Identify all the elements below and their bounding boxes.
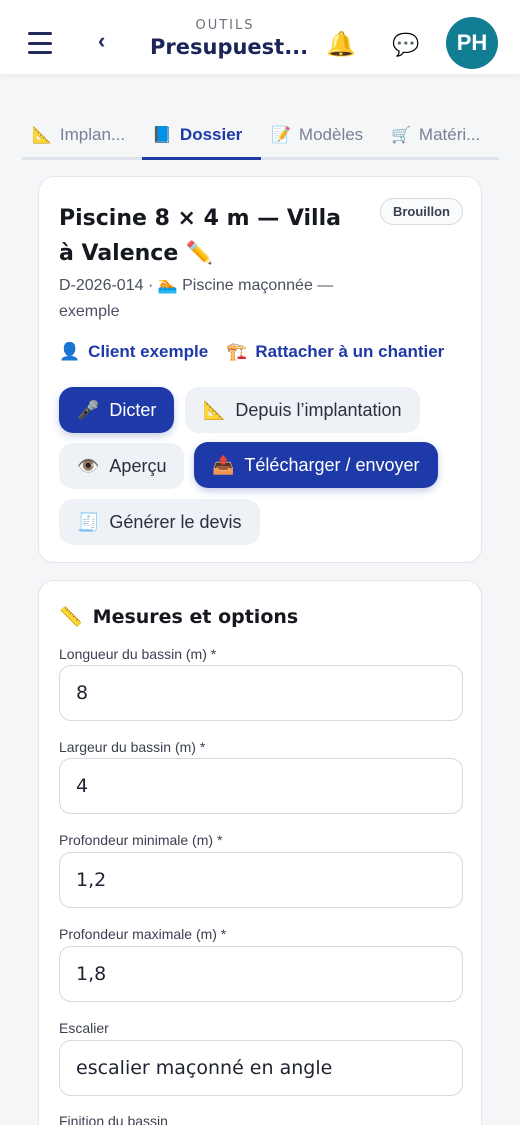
mesures-card: 📏 Mesures et options Longueur du bassin … xyxy=(38,580,482,1125)
largeur-label: Largeur du bassin (m) * xyxy=(59,739,206,755)
dossier-meta: D-2026-014 · 🏊 Piscine maçonnée — exempl… xyxy=(59,277,334,320)
dicter-label: Dicter xyxy=(109,399,157,420)
implantation-button[interactable]: 📐 Depuis l’implantation xyxy=(185,387,420,433)
escalier-label: Escalier xyxy=(59,1020,109,1036)
bell-icon[interactable]: 🔔 xyxy=(326,30,356,59)
construction-icon: 🏗️ xyxy=(226,342,248,361)
tab-modeles[interactable]: 📝 Modèles xyxy=(261,112,381,157)
app-header: ‹ OUTILS Presupuest... 🔔 💬 PH xyxy=(0,0,520,74)
escalier-input[interactable] xyxy=(59,1040,463,1096)
profondeur-min-label: Profondeur minimale (m) * xyxy=(59,832,223,848)
pool-icon: 🏊 xyxy=(157,277,178,294)
tab-implantation[interactable]: 📐 Implan... xyxy=(22,112,142,157)
generer-devis-label: Générer le devis xyxy=(109,511,242,532)
longueur-input[interactable] xyxy=(59,665,463,721)
page-title-block: OUTILS Presupuest... xyxy=(150,18,309,59)
dicter-button[interactable]: 🎤 Dicter xyxy=(59,387,175,433)
avatar[interactable]: PH xyxy=(446,17,498,69)
telecharger-button[interactable]: 📤 Télécharger / envoyer xyxy=(194,442,438,488)
profondeur-max-input[interactable] xyxy=(59,946,463,1002)
dossier-reference: D-2026-014 xyxy=(59,277,144,294)
tab-label: Modèles xyxy=(298,124,364,144)
memo-icon: 📝 xyxy=(271,126,291,144)
dossier-card: Piscine 8 × 4 m — Villa à Valence ✏️ Bro… xyxy=(38,176,482,563)
tab-bar: 📐 Implan... 📘 Dossier 📝 Modèles 🛒 Matéri… xyxy=(22,112,499,160)
outbox-icon: 📤 xyxy=(212,454,235,475)
tab-label: Implan... xyxy=(59,124,126,144)
triangle-ruler-icon: 📐 xyxy=(32,126,52,144)
status-badge: Brouillon xyxy=(379,198,463,225)
apercu-button[interactable]: 👁️ Aperçu xyxy=(59,443,185,489)
section-title-label: Mesures et options xyxy=(92,605,299,628)
ruler-icon: 📏 xyxy=(59,606,83,628)
tab-dossier[interactable]: 📘 Dossier xyxy=(142,112,261,160)
tab-label: Dossier xyxy=(179,124,243,144)
apercu-label: Aperçu xyxy=(109,455,167,476)
section-title: 📏 Mesures et options xyxy=(59,605,299,629)
person-icon: 👤 xyxy=(59,342,81,361)
cart-icon: 🛒 xyxy=(391,126,411,144)
menu-icon[interactable] xyxy=(28,32,52,54)
tab-label: Matéri... xyxy=(418,124,481,144)
eye-icon: 👁️ xyxy=(77,455,100,476)
largeur-input[interactable] xyxy=(59,758,463,814)
client-link-label: Client exemple xyxy=(88,342,209,361)
dossier-links: 👤 Client exemple 🏗️ Rattacher à un chant… xyxy=(59,342,444,362)
implantation-label: Depuis l’implantation xyxy=(235,399,402,420)
finition-label: Finition du bassin xyxy=(59,1113,168,1125)
chantier-link[interactable]: 🏗️ Rattacher à un chantier xyxy=(226,342,444,362)
page-title: Presupuest... xyxy=(150,35,309,59)
microphone-icon: 🎤 xyxy=(77,399,100,420)
page-kicker: OUTILS xyxy=(195,18,255,33)
back-button[interactable]: ‹ xyxy=(98,30,105,52)
chat-icon[interactable]: 💬 xyxy=(392,32,419,58)
client-link[interactable]: 👤 Client exemple xyxy=(59,342,208,362)
profondeur-max-label: Profondeur maximale (m) * xyxy=(59,926,227,942)
tab-materiel[interactable]: 🛒 Matéri... xyxy=(381,112,499,157)
chantier-link-label: Rattacher à un chantier xyxy=(255,342,445,361)
book-icon: 📘 xyxy=(152,126,172,144)
generer-devis-button[interactable]: 🧾 Générer le devis xyxy=(59,499,260,545)
profondeur-min-input[interactable] xyxy=(59,852,463,908)
longueur-label: Longueur du bassin (m) * xyxy=(59,646,217,662)
dossier-title[interactable]: Piscine 8 × 4 m — Villa à Valence ✏️ xyxy=(59,201,359,271)
telecharger-label: Télécharger / envoyer xyxy=(244,454,420,475)
triangle-ruler-icon: 📐 xyxy=(203,399,226,420)
receipt-icon: 🧾 xyxy=(77,511,100,532)
